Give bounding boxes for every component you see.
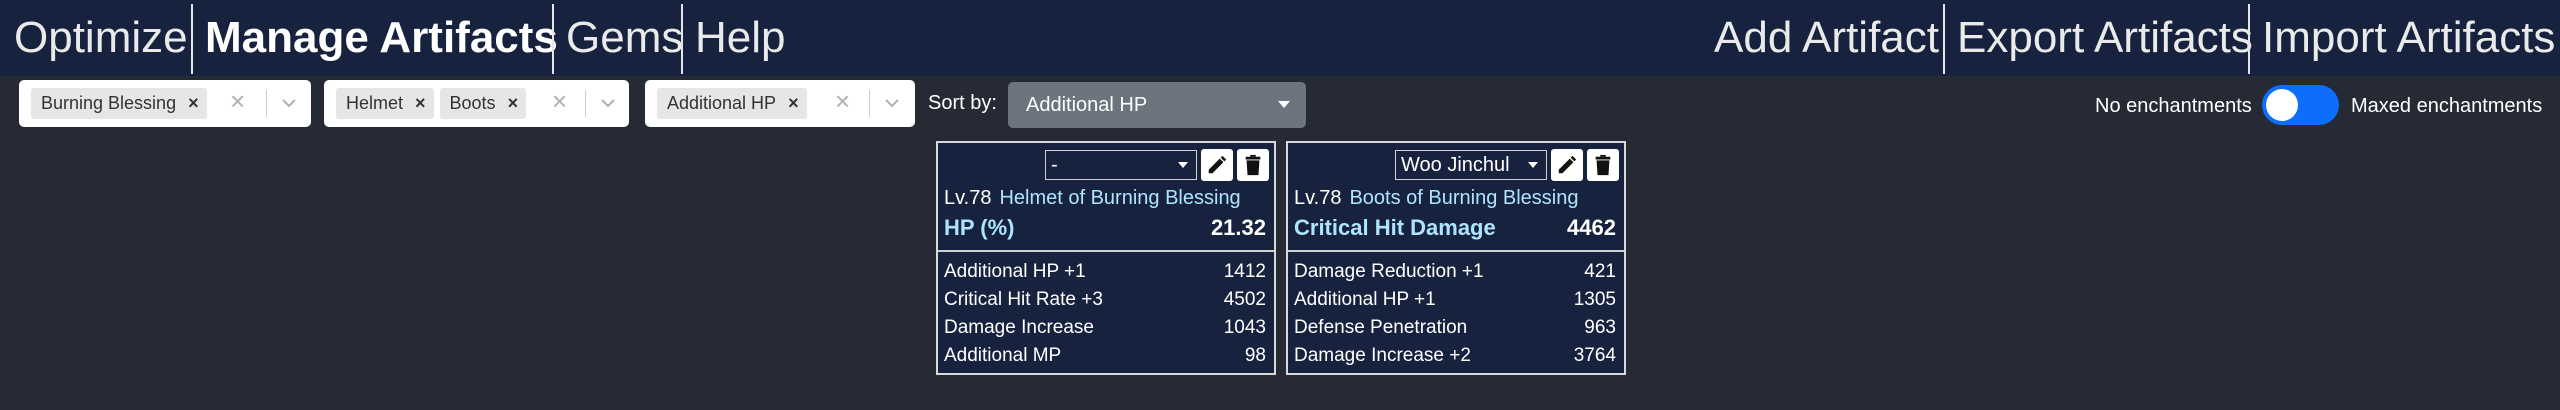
delete-button[interactable] — [1587, 149, 1619, 181]
chip-remove-icon[interactable]: × — [415, 93, 426, 114]
caret-down-icon — [1178, 162, 1188, 168]
substat-name: Damage Reduction +1 — [1294, 261, 1484, 282]
substat-row: Damage Increase +2 3764 — [1294, 342, 1616, 370]
main-stat-name: HP (%) — [944, 215, 1015, 240]
chip-label: Burning Blessing — [41, 93, 177, 113]
pencil-icon — [1208, 155, 1227, 174]
substat-name: Damage Increase +2 — [1294, 345, 1471, 366]
filter-chip: Helmet × — [336, 88, 434, 119]
substat-name: Additional HP +1 — [944, 261, 1086, 282]
artifact-card: Woo Jinchul Lv.78 Boots of Burning Blessi… — [1286, 141, 1626, 375]
character-value: - — [1051, 153, 1058, 176]
artifact-level: Lv.78 — [944, 187, 992, 209]
substat-name: Defense Penetration — [1294, 317, 1468, 338]
chip-remove-icon[interactable]: × — [788, 93, 799, 114]
caret-down-icon — [1528, 162, 1538, 168]
clear-icon[interactable]: × — [552, 86, 567, 117]
chip-label: Additional HP — [667, 93, 777, 113]
nav-export-artifacts[interactable]: Export Artifacts — [1943, 0, 2267, 76]
substat-row: Critical Hit Rate +3 4502 — [944, 286, 1266, 314]
sort-label: Sort by: — [928, 92, 997, 114]
toggle-knob — [2266, 89, 2298, 121]
main-stat-value: 21.32 — [1210, 215, 1266, 240]
edit-button[interactable] — [1201, 149, 1233, 181]
enchantment-toggle[interactable] — [2262, 85, 2339, 125]
substat-name: Damage Increase — [944, 317, 1094, 338]
substat-row: Defense Penetration 963 — [1294, 314, 1616, 342]
main-stat: Critical Hit Damage 4462 — [1294, 215, 1616, 241]
trash-icon — [1595, 154, 1611, 176]
filter-chip: Boots × — [439, 88, 527, 119]
artifact-name: Helmet of Burning Blessing — [999, 187, 1241, 209]
artifact-level: Lv.78 — [1294, 187, 1342, 209]
card-divider — [938, 250, 1274, 252]
substat-value: 1305 — [1573, 289, 1616, 310]
delete-button[interactable] — [1237, 149, 1269, 181]
main-stat-value: 4462 — [1567, 215, 1616, 240]
dropdown-separator — [869, 90, 870, 117]
substat-row: Additional MP 98 — [944, 342, 1266, 370]
main-stat-name: Critical Hit Damage — [1294, 215, 1496, 240]
top-navbar: Optimize Manage Artifacts Gems Help Add … — [0, 0, 2560, 76]
substat-row: Additional HP +1 1412 — [944, 258, 1266, 286]
chip-label: Helmet — [346, 93, 404, 113]
sort-value: Additional HP — [1026, 93, 1148, 116]
artifact-title: Lv.78 Helmet of Burning Blessing — [944, 187, 1241, 210]
substat-name: Additional MP — [944, 345, 1062, 366]
caret-down-icon — [1278, 101, 1290, 108]
artifact-name: Boots of Burning Blessing — [1349, 187, 1579, 209]
edit-button[interactable] — [1551, 149, 1583, 181]
substat-value: 421 — [1584, 261, 1616, 282]
nav-manage-artifacts[interactable]: Manage Artifacts — [191, 0, 572, 76]
nav-import-artifacts[interactable]: Import Artifacts — [2248, 0, 2560, 76]
clear-icon[interactable]: × — [835, 86, 850, 117]
nav-optimize[interactable]: Optimize — [0, 0, 202, 76]
substat-value: 1043 — [1223, 317, 1266, 338]
substat-value: 3764 — [1573, 345, 1616, 366]
character-select[interactable]: Woo Jinchul — [1395, 150, 1547, 180]
chip-remove-icon[interactable]: × — [188, 93, 199, 114]
character-value: Woo Jinchul — [1401, 153, 1510, 176]
sort-select[interactable]: Additional HP — [1008, 82, 1306, 128]
substat-value: 963 — [1584, 317, 1616, 338]
substat-list: Damage Reduction +1 421 Additional HP +1… — [1294, 258, 1616, 370]
toggle-label-maxed-enchantments: Maxed enchantments — [2351, 95, 2543, 117]
substat-list: Additional HP +1 1412 Critical Hit Rate … — [944, 258, 1266, 370]
substat-name: Critical Hit Rate +3 — [944, 289, 1103, 310]
clear-icon[interactable]: × — [230, 86, 245, 117]
artifact-card: - Lv.78 Helmet of Burning Blessing HP (%)… — [936, 141, 1276, 375]
toggle-label-no-enchantments: No enchantments — [2095, 95, 2252, 117]
card-divider — [1288, 250, 1624, 252]
substat-name: Additional HP +1 — [1294, 289, 1436, 310]
dropdown-separator — [266, 90, 267, 117]
set-filter-select[interactable]: Burning Blessing × × — [19, 80, 311, 127]
chip-label: Boots — [449, 93, 496, 113]
dropdown-separator — [585, 90, 586, 117]
chevron-down-icon[interactable] — [594, 89, 622, 117]
stat-filter-select[interactable]: Additional HP × × — [645, 80, 915, 127]
nav-add-artifact[interactable]: Add Artifact — [1700, 0, 1953, 76]
substat-value: 98 — [1244, 345, 1266, 366]
substat-row: Damage Reduction +1 421 — [1294, 258, 1616, 286]
chevron-down-icon[interactable] — [878, 89, 906, 117]
slot-filter-select[interactable]: Helmet × Boots × × — [324, 80, 629, 127]
substat-value: 4502 — [1223, 289, 1266, 310]
filter-chip: Additional HP × — [657, 88, 807, 119]
artifact-title: Lv.78 Boots of Burning Blessing — [1294, 187, 1578, 210]
main-stat: HP (%) 21.32 — [944, 215, 1266, 241]
nav-gems[interactable]: Gems — [552, 0, 697, 76]
substat-row: Additional HP +1 1305 — [1294, 286, 1616, 314]
trash-icon — [1245, 154, 1261, 176]
pencil-icon — [1558, 155, 1577, 174]
filter-chip: Burning Blessing × — [31, 88, 207, 119]
nav-help[interactable]: Help — [681, 0, 800, 76]
character-select[interactable]: - — [1045, 150, 1197, 180]
substat-value: 1412 — [1223, 261, 1266, 282]
substat-row: Damage Increase 1043 — [944, 314, 1266, 342]
chevron-down-icon[interactable] — [275, 89, 303, 117]
chip-remove-icon[interactable]: × — [508, 93, 519, 114]
